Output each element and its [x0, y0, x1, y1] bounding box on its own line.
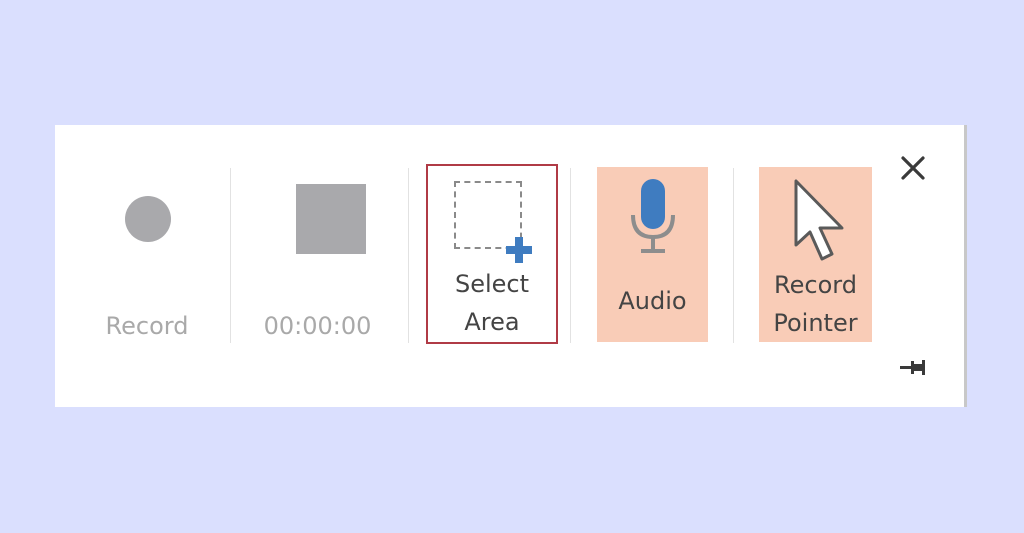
stop-square-icon	[296, 184, 366, 254]
plus-icon	[506, 237, 532, 263]
record-label: Record	[105, 312, 189, 340]
screen-recording-toolbar: Record 00:00:00 Select Area Audio Record…	[55, 125, 967, 407]
record-pointer-toggle-button[interactable]: Record Pointer	[759, 167, 872, 342]
stop-button[interactable]: 00:00:00	[245, 167, 390, 342]
record-dot-icon	[125, 196, 171, 242]
separator	[230, 168, 231, 343]
microphone-icon	[631, 179, 675, 253]
record-pointer-label-line2: Pointer	[773, 309, 858, 337]
separator	[570, 168, 571, 343]
audio-toggle-button[interactable]: Audio	[597, 167, 708, 342]
separator	[733, 168, 734, 343]
select-area-label-line1: Select	[454, 270, 530, 298]
separator	[408, 168, 409, 343]
select-area-button[interactable]: Select Area	[426, 164, 558, 344]
record-button[interactable]: Record	[77, 167, 217, 342]
audio-label: Audio	[618, 287, 687, 315]
close-icon[interactable]	[898, 153, 928, 183]
timer-label: 00:00:00	[263, 312, 372, 340]
select-area-label-line2: Area	[464, 308, 520, 336]
pin-icon[interactable]	[898, 357, 928, 379]
mouse-pointer-icon	[794, 179, 844, 261]
record-pointer-label-line1: Record	[774, 271, 857, 299]
